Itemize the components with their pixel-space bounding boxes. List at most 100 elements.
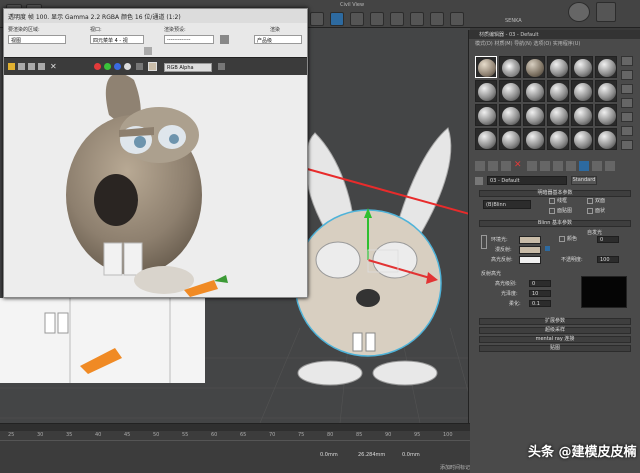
rollout-extended-params[interactable]: 扩展参数 — [479, 318, 631, 325]
search-icon[interactable] — [596, 2, 616, 22]
timeline-bar[interactable]: 25 30 35 40 45 50 55 60 65 70 75 80 85 9… — [0, 423, 470, 473]
sample-slot[interactable] — [571, 128, 593, 150]
rollout-supersampling[interactable]: 超级采样 — [479, 327, 631, 334]
coord-y[interactable]: 26.284mm — [358, 452, 385, 458]
time-slider[interactable] — [0, 424, 470, 431]
color-swatch[interactable] — [148, 62, 157, 71]
go-to-parent-icon[interactable] — [605, 161, 615, 171]
copy-image-icon[interactable] — [18, 63, 25, 70]
rollout-maps[interactable]: 贴图 — [479, 345, 631, 352]
lock-icon[interactable] — [144, 47, 152, 55]
sample-slot[interactable] — [499, 56, 521, 78]
sample-slot[interactable] — [523, 104, 545, 126]
channel-dropdown[interactable]: RGB Alpha — [164, 63, 212, 72]
faceted-checkbox[interactable] — [587, 208, 593, 214]
green-channel-icon[interactable] — [104, 63, 111, 70]
sample-slot[interactable] — [595, 80, 617, 102]
civil-view-menu[interactable]: Civil View — [340, 2, 364, 8]
face-map-checkbox[interactable] — [549, 208, 555, 214]
material-type-button[interactable]: Standard — [571, 176, 597, 185]
make-preview-icon[interactable] — [621, 126, 633, 136]
reset-icon[interactable]: ✕ — [514, 160, 524, 172]
diffuse-map-button[interactable] — [545, 246, 550, 251]
render-button[interactable] — [390, 12, 404, 26]
clone-window-icon[interactable] — [28, 63, 35, 70]
sample-slot[interactable] — [547, 56, 569, 78]
sample-slot[interactable] — [475, 80, 497, 102]
sample-slot[interactable] — [571, 104, 593, 126]
opacity-spinner[interactable]: 100 — [597, 256, 619, 263]
soften-spinner[interactable]: 0.1 — [529, 300, 551, 307]
render-setup-button[interactable] — [330, 12, 344, 26]
uv-tiling-icon[interactable] — [621, 98, 633, 108]
sample-type-icon[interactable] — [621, 56, 633, 66]
video-check-icon[interactable] — [621, 112, 633, 122]
glossiness-spinner[interactable]: 10 — [529, 290, 551, 297]
rollout-shader-basic[interactable]: 明暗器基本参数 — [479, 190, 631, 197]
snap-button[interactable] — [310, 12, 324, 26]
sample-slot[interactable] — [499, 104, 521, 126]
render-dropdown[interactable]: 产品级 — [254, 35, 302, 44]
sample-slot[interactable] — [595, 128, 617, 150]
material-name-field[interactable]: 03 - Default — [487, 176, 567, 185]
make-unique-icon[interactable] — [540, 161, 550, 171]
coord-x[interactable]: 0.0mm — [320, 452, 338, 458]
sample-slot[interactable] — [475, 128, 497, 150]
material-editor-button[interactable] — [350, 12, 364, 26]
teapot-icon[interactable] — [410, 12, 424, 26]
senka-label[interactable]: SENKA — [505, 18, 522, 24]
show-end-result-icon[interactable] — [592, 161, 602, 171]
show-map-icon[interactable] — [579, 161, 589, 171]
layer-button[interactable] — [430, 12, 444, 26]
diffuse-swatch[interactable] — [519, 246, 541, 254]
backlight-icon[interactable] — [621, 70, 633, 80]
sample-slot[interactable] — [523, 128, 545, 150]
sample-slot[interactable] — [571, 56, 593, 78]
rollout-mental-ray[interactable]: mental ray 连接 — [479, 336, 631, 343]
ambient-swatch[interactable] — [519, 236, 541, 244]
sample-slot[interactable] — [547, 128, 569, 150]
self-illum-spinner[interactable]: 0 — [597, 236, 619, 243]
add-time-tag[interactable]: 添加时间标记 — [440, 464, 470, 471]
specular-swatch[interactable] — [519, 256, 541, 264]
help-icon[interactable] — [568, 2, 590, 22]
area-dropdown[interactable]: 视图 — [8, 35, 66, 44]
lock-ambient-diffuse-icon[interactable] — [481, 235, 487, 249]
wire-checkbox[interactable] — [549, 198, 555, 204]
sample-slot[interactable] — [595, 104, 617, 126]
toggle-ui-icon[interactable] — [218, 63, 225, 70]
sample-slot[interactable] — [475, 56, 497, 78]
frame-buffer-window[interactable]: 透明度 帧 100. 显示 Gamma 2.2 RGBA 颜色 16 位/通道 … — [3, 8, 308, 298]
sample-slot[interactable] — [547, 104, 569, 126]
sample-slot[interactable] — [499, 128, 521, 150]
rollout-blinn-basic[interactable]: Blinn 基本参数 — [479, 220, 631, 227]
pick-material-icon[interactable] — [475, 177, 483, 185]
coord-z[interactable]: 0.0mm — [402, 452, 420, 458]
spec-level-spinner[interactable]: 0 — [529, 280, 551, 287]
material-editor-panel[interactable]: 材质编辑器 - 03 - Default 模式(D) 材质(M) 导航(N) 选… — [468, 30, 640, 473]
get-material-icon[interactable] — [475, 161, 485, 171]
sample-slot[interactable] — [475, 104, 497, 126]
red-channel-icon[interactable] — [94, 63, 101, 70]
options-icon[interactable] — [621, 140, 633, 150]
material-editor-menu[interactable]: 模式(D) 材质(M) 导航(N) 选项(O) 实用程序(U) — [469, 39, 640, 48]
clear-icon[interactable]: ✕ — [50, 62, 59, 71]
material-id-icon[interactable] — [566, 161, 576, 171]
scene-explorer-button[interactable] — [450, 12, 464, 26]
print-icon[interactable] — [38, 63, 45, 70]
put-to-scene-icon[interactable] — [488, 161, 498, 171]
sample-slot[interactable] — [547, 80, 569, 102]
assign-to-selection-icon[interactable] — [501, 161, 511, 171]
two-sided-checkbox[interactable] — [587, 198, 593, 204]
background-icon[interactable] — [621, 84, 633, 94]
sample-slot[interactable] — [571, 80, 593, 102]
blue-channel-icon[interactable] — [114, 63, 121, 70]
sample-slot[interactable] — [523, 80, 545, 102]
mono-icon[interactable] — [136, 63, 143, 70]
save-image-icon[interactable] — [8, 63, 15, 70]
alpha-channel-icon[interactable] — [124, 63, 131, 70]
shader-dropdown[interactable]: (B)Blinn — [483, 200, 531, 209]
self-illum-color-checkbox[interactable] — [559, 236, 565, 242]
make-copy-icon[interactable] — [527, 161, 537, 171]
render-frame-button[interactable] — [370, 12, 384, 26]
